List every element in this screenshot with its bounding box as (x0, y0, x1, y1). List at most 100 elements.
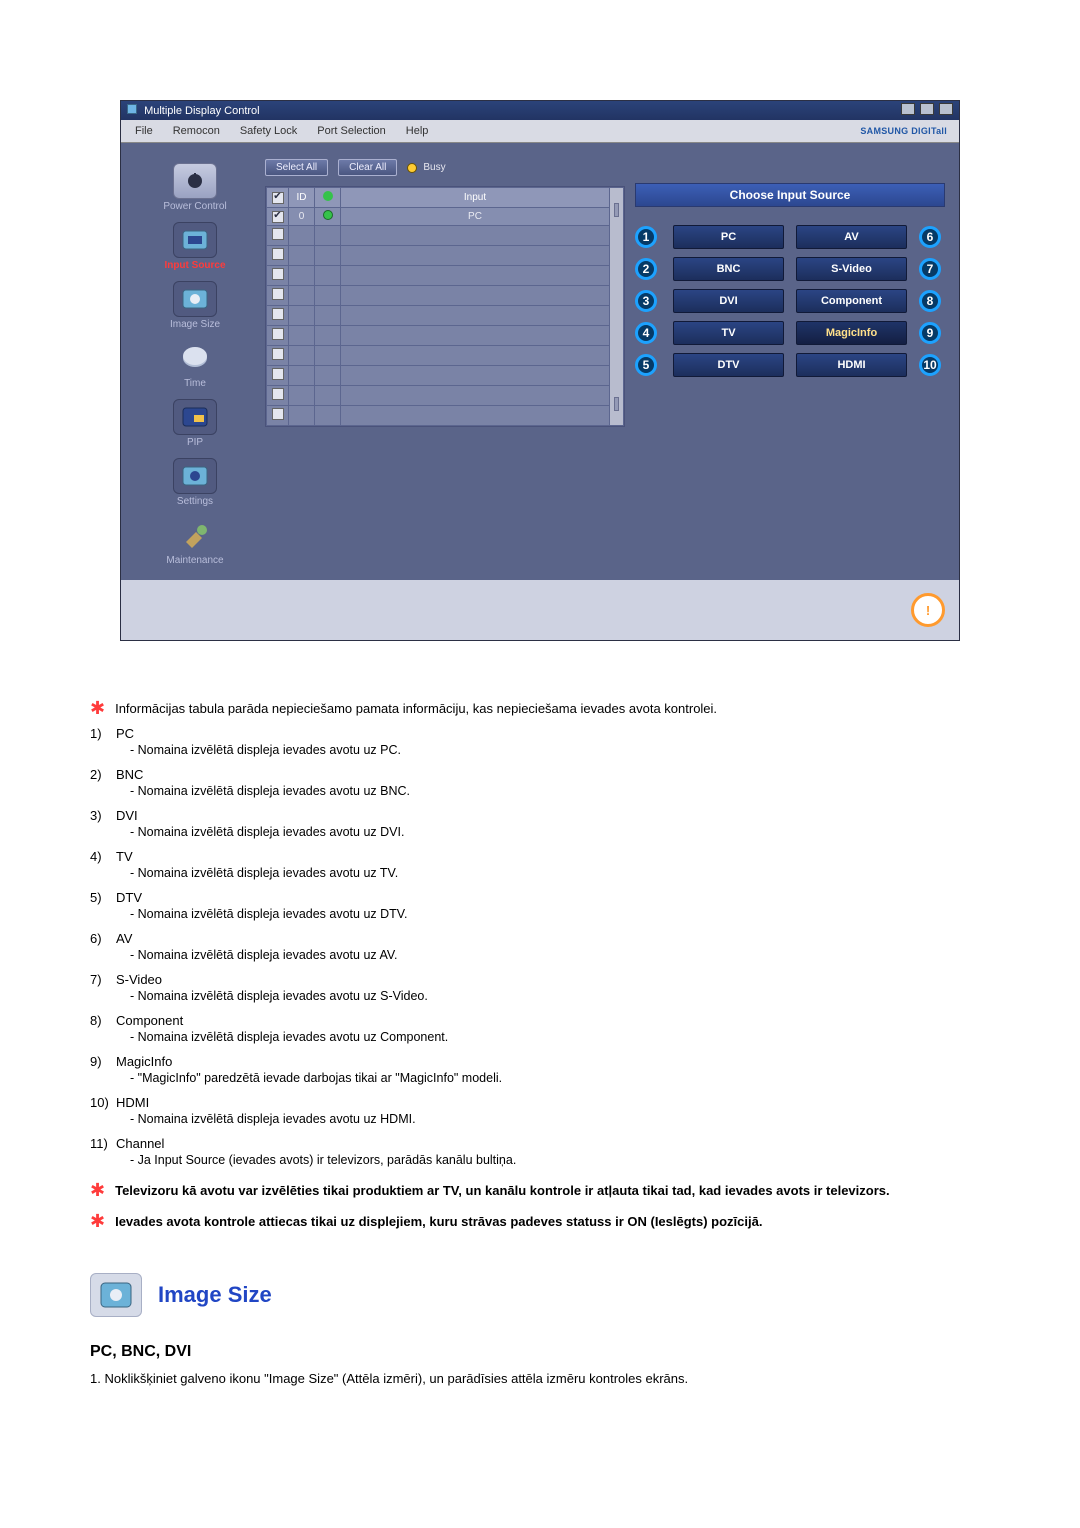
table-row (267, 326, 624, 346)
menu-remocon[interactable]: Remocon (163, 123, 230, 139)
row-checkbox[interactable] (272, 368, 284, 380)
power-icon (173, 163, 217, 199)
source-button-svideo[interactable]: S-Video (796, 257, 907, 281)
section-image-size: Image Size (90, 1273, 990, 1317)
sidebar-item-label: Input Source (164, 260, 225, 271)
list-item: 6)AV- Nomaina izvēlētā displeja ievades … (90, 931, 990, 962)
source-button-dvi[interactable]: DVI (673, 289, 784, 313)
time-icon (173, 340, 217, 376)
list-item: 7)S-Video- Nomaina izvēlētā displeja iev… (90, 972, 990, 1003)
input-source-icon (173, 222, 217, 258)
menu-file[interactable]: File (125, 123, 163, 139)
list-item: 1)PC- Nomaina izvēlētā displeja ievades … (90, 726, 990, 757)
row-input: PC (341, 208, 610, 226)
sidebar-item-pip[interactable]: PIP (173, 395, 217, 452)
row-checkbox[interactable] (272, 348, 284, 360)
row-checkbox[interactable] (272, 288, 284, 300)
sub-heading: PC, BNC, DVI (90, 1343, 990, 1361)
list-item: 4)TV- Nomaina izvēlētā displeja ievades … (90, 849, 990, 880)
source-button-pc[interactable]: PC (673, 225, 784, 249)
scroll-down-icon[interactable] (614, 397, 619, 411)
sidebar-item-label: Settings (173, 496, 217, 507)
row-power-icon (323, 210, 333, 220)
row-checkbox[interactable] (272, 228, 284, 240)
header-checkbox[interactable] (272, 192, 284, 204)
menu-port-selection[interactable]: Port Selection (307, 123, 395, 139)
star-icon: ✱ (90, 1183, 105, 1198)
minimize-button[interactable] (901, 103, 915, 115)
table-row[interactable]: 0 PC (267, 208, 624, 226)
col-power-icon (315, 188, 341, 208)
footer-bar: ! (121, 580, 959, 640)
source-button-dtv[interactable]: DTV (673, 353, 784, 377)
callout-6: 6 (919, 226, 941, 248)
app-window: Multiple Display Control File Remocon Sa… (120, 100, 960, 641)
sidebar-item-settings[interactable]: Settings (173, 454, 217, 511)
sidebar-item-label: Power Control (163, 201, 226, 212)
input-source-panel: Choose Input Source 1 PC AV 6 2 BNC S-Vi… (635, 159, 945, 377)
select-all-button[interactable]: Select All (265, 159, 328, 176)
title-bar: Multiple Display Control (121, 101, 959, 120)
table-row (267, 406, 624, 426)
row-checkbox[interactable] (272, 388, 284, 400)
sidebar-item-power-control[interactable]: Power Control (163, 159, 226, 216)
menu-bar: File Remocon Safety Lock Port Selection … (121, 120, 959, 143)
menu-help[interactable]: Help (396, 123, 439, 139)
row-checkbox[interactable] (272, 328, 284, 340)
source-button-av[interactable]: AV (796, 225, 907, 249)
close-button[interactable] (939, 103, 953, 115)
window-controls (899, 103, 953, 118)
source-button-hdmi[interactable]: HDMI (796, 353, 907, 377)
star-icon: ✱ (90, 701, 105, 716)
alert-icon: ! (911, 593, 945, 627)
row-checkbox[interactable] (272, 308, 284, 320)
table-row (267, 226, 624, 246)
source-button-tv[interactable]: TV (673, 321, 784, 345)
list-item: 5)DTV- Nomaina izvēlētā displeja ievades… (90, 890, 990, 921)
list-item: 9)MagicInfo- "MagicInfo" paredzētā ievad… (90, 1054, 990, 1085)
table-row (267, 346, 624, 366)
table-row (267, 266, 624, 286)
note-tv: ✱ Televizoru kā avotu var izvēlēties tik… (90, 1183, 990, 1198)
clear-all-button[interactable]: Clear All (338, 159, 397, 176)
scroll-up-icon[interactable] (614, 203, 619, 217)
col-input: Input (341, 188, 610, 208)
image-size-icon (173, 281, 217, 317)
source-list: 1)PC- Nomaina izvēlētā displeja ievades … (90, 726, 990, 1167)
table-row (267, 286, 624, 306)
row-checkbox[interactable] (272, 211, 284, 223)
grid-scrollbar[interactable] (610, 188, 624, 426)
row-checkbox[interactable] (272, 248, 284, 260)
menu-safety-lock[interactable]: Safety Lock (230, 123, 307, 139)
image-size-section-icon (90, 1273, 142, 1317)
pip-icon (173, 399, 217, 435)
sidebar-item-maintenance[interactable]: Maintenance (166, 513, 223, 570)
busy-dot-icon (407, 163, 417, 173)
callout-8: 8 (919, 290, 941, 312)
list-item: 10)HDMI- Nomaina izvēlētā displeja ievad… (90, 1095, 990, 1126)
sub-paragraph: 1. Noklikšķiniet galveno ikonu "Image Si… (90, 1371, 990, 1386)
table-row (267, 306, 624, 326)
sidebar-item-input-source[interactable]: Input Source (164, 218, 225, 275)
star-icon: ✱ (90, 1214, 105, 1229)
document-body: ✱ Informācijas tabula parāda nepieciešam… (90, 701, 990, 1386)
sidebar-item-image-size[interactable]: Image Size (170, 277, 220, 334)
table-row (267, 366, 624, 386)
row-checkbox[interactable] (272, 408, 284, 420)
sidebar-item-time[interactable]: Time (173, 336, 217, 393)
row-id: 0 (289, 208, 315, 226)
list-item: 11)Channel- Ja Input Source (ievades avo… (90, 1136, 990, 1167)
source-button-component[interactable]: Component (796, 289, 907, 313)
callout-9: 9 (919, 322, 941, 344)
sidebar-item-label: PIP (173, 437, 217, 448)
maximize-button[interactable] (920, 103, 934, 115)
source-button-magicinfo[interactable]: MagicInfo (796, 321, 907, 345)
list-item: 8)Component- Nomaina izvēlētā displeja i… (90, 1013, 990, 1044)
callout-4: 4 (635, 322, 657, 344)
sidebar-item-label: Maintenance (166, 555, 223, 566)
source-button-bnc[interactable]: BNC (673, 257, 784, 281)
display-grid: ID Input 0 (265, 186, 625, 427)
row-checkbox[interactable] (272, 268, 284, 280)
list-item: 3)DVI- Nomaina izvēlētā displeja ievades… (90, 808, 990, 839)
table-row (267, 246, 624, 266)
